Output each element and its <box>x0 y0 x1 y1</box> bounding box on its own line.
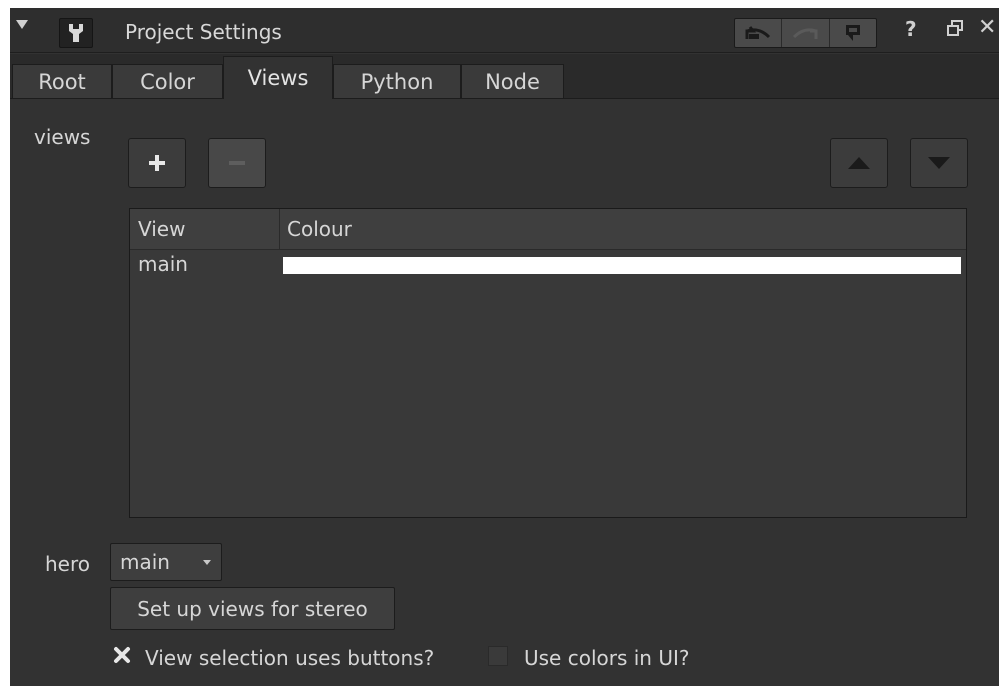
tab-views[interactable]: Views <box>223 56 333 99</box>
use-colors-ui-label: Use colors in UI? <box>524 646 690 670</box>
collapse-triangle-icon[interactable] <box>16 20 28 29</box>
setup-stereo-button[interactable]: Set up views for stereo <box>110 587 395 630</box>
hero-selected-value: main <box>120 550 170 574</box>
minus-icon <box>229 161 245 165</box>
wrench-icon <box>69 24 83 42</box>
revert-button[interactable] <box>830 19 876 47</box>
move-down-button[interactable] <box>910 138 968 188</box>
views-label: views <box>34 125 91 149</box>
view-selection-buttons-label: View selection uses buttons? <box>145 646 435 670</box>
table-row[interactable]: main <box>130 251 966 279</box>
column-header-colour[interactable]: Colour <box>280 209 966 249</box>
check-x-icon <box>114 647 130 663</box>
settings-wrench-button[interactable] <box>59 18 93 48</box>
hero-dropdown[interactable]: main <box>110 543 222 581</box>
view-selection-buttons-checkbox[interactable] <box>112 645 132 665</box>
column-header-view[interactable]: View <box>130 209 280 249</box>
tab-node[interactable]: Node <box>461 64 564 98</box>
tab-python[interactable]: Python <box>333 64 461 98</box>
redo-icon <box>793 28 818 39</box>
dropdown-arrow-icon <box>203 560 211 565</box>
panel-title: Project Settings <box>125 20 282 44</box>
plus-icon <box>149 155 165 171</box>
hero-label: hero <box>45 552 90 576</box>
tab-root[interactable]: Root <box>12 64 112 98</box>
view-name-cell[interactable]: main <box>138 252 188 276</box>
remove-view-button[interactable] <box>208 138 266 188</box>
use-colors-ui-checkbox[interactable] <box>488 646 508 666</box>
undo-button[interactable] <box>735 19 783 47</box>
move-up-button[interactable] <box>830 138 888 188</box>
history-toolbar <box>734 18 877 48</box>
arrow-down-icon <box>928 157 950 169</box>
title-bar: Project Settings ? ✕ <box>10 8 999 53</box>
revert-icon <box>845 25 860 41</box>
table-header: View Colour <box>130 209 966 250</box>
close-icon[interactable]: ✕ <box>978 15 996 40</box>
views-table: View Colour main <box>129 208 967 518</box>
undo-icon <box>745 26 771 39</box>
float-window-icon[interactable] <box>947 20 963 40</box>
redo-button[interactable] <box>782 19 830 47</box>
project-settings-panel: Project Settings ? ✕ Root Color Views Py… <box>10 8 999 686</box>
tab-color[interactable]: Color <box>112 64 223 98</box>
help-icon[interactable]: ? <box>905 17 917 41</box>
view-colour-swatch[interactable] <box>283 257 961 274</box>
add-view-button[interactable] <box>128 138 186 188</box>
tab-bar: Root Color Views Python Node <box>10 54 999 99</box>
arrow-up-icon <box>848 157 870 169</box>
